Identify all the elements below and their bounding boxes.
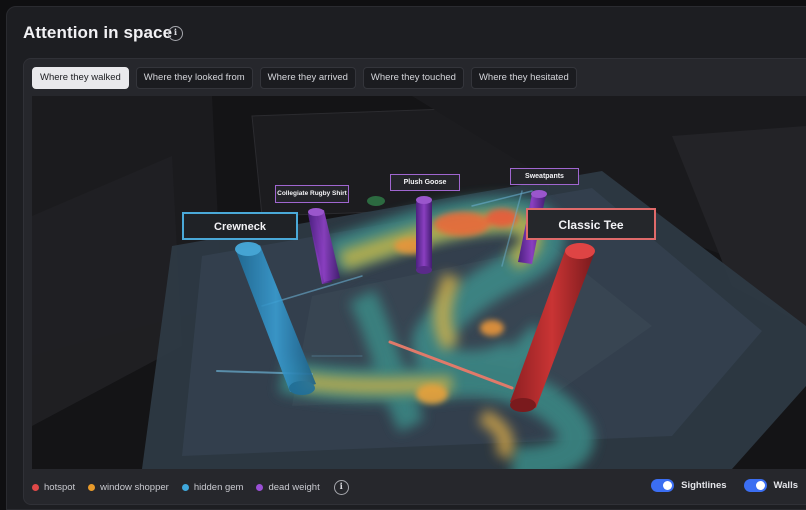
product-label-crewneck[interactable]: Crewneck bbox=[182, 212, 298, 240]
tab-where-they-touched[interactable]: Where they touched bbox=[362, 67, 464, 89]
page-title: Attention in space bbox=[23, 23, 173, 42]
attention-card: Where they walked Where they looked from… bbox=[23, 58, 806, 505]
legend-item-hidden-gem: hidden gem bbox=[181, 482, 244, 493]
legend-label: hidden gem bbox=[193, 482, 244, 493]
sightlines-switch[interactable] bbox=[651, 479, 675, 492]
attention-panel: Attention in space i Where they walked W… bbox=[6, 6, 806, 510]
tab-where-they-looked-from[interactable]: Where they looked from bbox=[135, 67, 253, 89]
legend: hotspot window shopper hidden gem dead w… bbox=[32, 480, 349, 495]
legend-dot-dead-weight bbox=[256, 484, 264, 491]
legend-item-hotspot: hotspot bbox=[32, 482, 75, 493]
view-toggles: Sightlines Walls bbox=[634, 479, 798, 492]
toggle-walls[interactable]: Walls bbox=[743, 479, 798, 492]
view-tabs: Where they walked Where they looked from… bbox=[32, 67, 577, 89]
product-label-plush-goose[interactable]: Plush Goose bbox=[390, 174, 460, 191]
legend-item-window-shopper: window shopper bbox=[88, 482, 169, 493]
pillar-plush-goose[interactable] bbox=[416, 196, 432, 274]
legend-dot-hotspot bbox=[32, 484, 39, 491]
legend-item-dead-weight: dead weight bbox=[256, 482, 320, 493]
legend-label: window shopper bbox=[100, 482, 169, 493]
legend-dot-window-shopper bbox=[88, 484, 96, 491]
sightlines-label: Sightlines bbox=[681, 480, 727, 491]
product-label-sweatpants[interactable]: Sweatpants bbox=[510, 168, 579, 185]
3d-viewport[interactable]: Crewneck Collegiate Rugby Shirt Plush Go… bbox=[32, 96, 806, 469]
tab-where-they-walked[interactable]: Where they walked bbox=[32, 67, 129, 89]
walls-switch[interactable] bbox=[743, 479, 767, 492]
tab-where-they-hesitated[interactable]: Where they hesitated bbox=[470, 67, 577, 89]
tab-where-they-arrived[interactable]: Where they arrived bbox=[259, 67, 356, 89]
legend-label: dead weight bbox=[268, 482, 320, 493]
info-icon[interactable]: i bbox=[168, 26, 183, 41]
walls-label: Walls bbox=[773, 480, 798, 491]
product-label-classic-tee[interactable]: Classic Tee bbox=[526, 208, 656, 240]
store-scene bbox=[32, 96, 806, 469]
toggle-sightlines[interactable]: Sightlines bbox=[651, 479, 727, 492]
product-label-collegiate-rugby-shirt[interactable]: Collegiate Rugby Shirt bbox=[275, 185, 349, 203]
legend-dot-hidden-gem bbox=[181, 484, 189, 491]
legend-info-icon[interactable]: i bbox=[333, 480, 349, 495]
entry-marker bbox=[367, 196, 385, 206]
legend-label: hotspot bbox=[44, 482, 76, 493]
